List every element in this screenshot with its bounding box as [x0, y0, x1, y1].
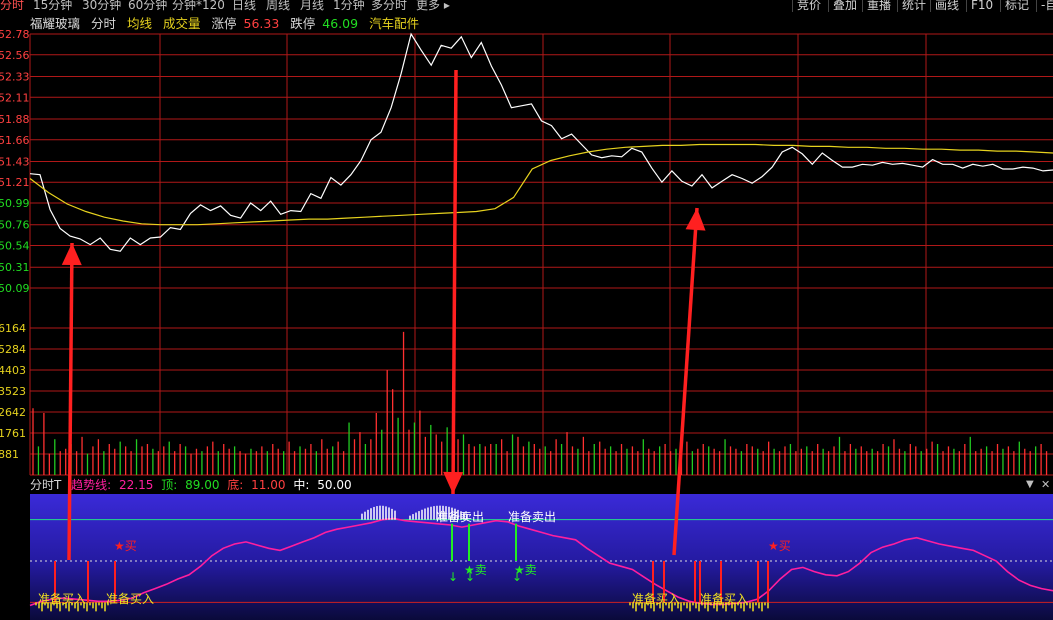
close-icon[interactable]: ✕ — [1041, 476, 1050, 494]
price-tick-label: 52.33 — [0, 70, 30, 83]
annotation-arrowhead — [685, 208, 706, 231]
buy-star-label: ★买 — [114, 539, 137, 553]
buy-star-label: ★买 — [768, 539, 791, 553]
price-tick-label: 52.78 — [0, 28, 30, 41]
trend-label: 趋势线: — [71, 478, 112, 492]
mid-label: 中: — [293, 478, 310, 492]
price-tick-label: 51.66 — [0, 134, 30, 147]
buy-ready-label: 准备买入 — [106, 592, 154, 606]
price-tick-label: 50.54 — [0, 240, 30, 253]
bottom-value: 11.00 — [251, 478, 286, 492]
bottom-label: 底: — [227, 478, 244, 492]
down-arrow-icon: ↓ — [448, 570, 458, 584]
buy-ready-label: 准备买入 — [700, 592, 748, 606]
volume-tick-label: 881 — [0, 448, 19, 461]
price-tick-label: 52.11 — [0, 91, 30, 104]
sell-star-label: ★卖 — [464, 563, 487, 577]
sell-ready-label: 准备卖出 — [436, 510, 484, 524]
price-tick-label: 51.43 — [0, 155, 30, 168]
volume-tick-label: 4403 — [0, 364, 26, 377]
top-label: 顶: — [161, 478, 178, 492]
sell-star-label: ★卖 — [514, 563, 537, 577]
volume-tick-label: 2642 — [0, 406, 26, 419]
volume-tick-label: 5284 — [0, 343, 26, 356]
price-tick-label: 50.76 — [0, 219, 30, 232]
price-tick-label: 50.31 — [0, 261, 30, 274]
price-tick-label: 50.99 — [0, 197, 30, 210]
price-tick-label: 51.21 — [0, 176, 30, 189]
trend-value: 22.15 — [119, 478, 154, 492]
buy-ready-label: 准备买入 — [632, 592, 680, 606]
chart-canvas: 52.78 52.56 52.33 52.11 51.88 51.66 51.43 51.21… — [0, 28, 1053, 620]
price-tick-label: 51.88 — [0, 113, 30, 126]
indicator-header: 分时T 趋势线: 22.15 顶: 89.00 底: 11.00 中: 50.0… — [30, 476, 1053, 494]
price-tick-label: 52.56 — [0, 49, 30, 62]
price-series-line — [29, 32, 1053, 252]
annotation-arrowhead — [61, 243, 82, 266]
volume-tick-label: 6164 — [0, 322, 26, 335]
indicator-title[interactable]: 分时T — [30, 478, 61, 492]
annotation-arrow-line — [451, 69, 458, 495]
buy-ready-label: 准备买入 — [38, 592, 86, 606]
top-value: 89.00 — [185, 478, 220, 492]
sell-ready-label: 准备卖出 — [508, 510, 556, 524]
volume-tick-label: 3523 — [0, 385, 26, 398]
price-tick-label: 50.09 — [0, 282, 30, 295]
volume-tick-label: 1761 — [0, 427, 26, 440]
mid-value: 50.00 — [317, 478, 352, 492]
average-series-line — [29, 143, 1053, 226]
collapse-icon[interactable]: ▼ — [1026, 476, 1034, 494]
